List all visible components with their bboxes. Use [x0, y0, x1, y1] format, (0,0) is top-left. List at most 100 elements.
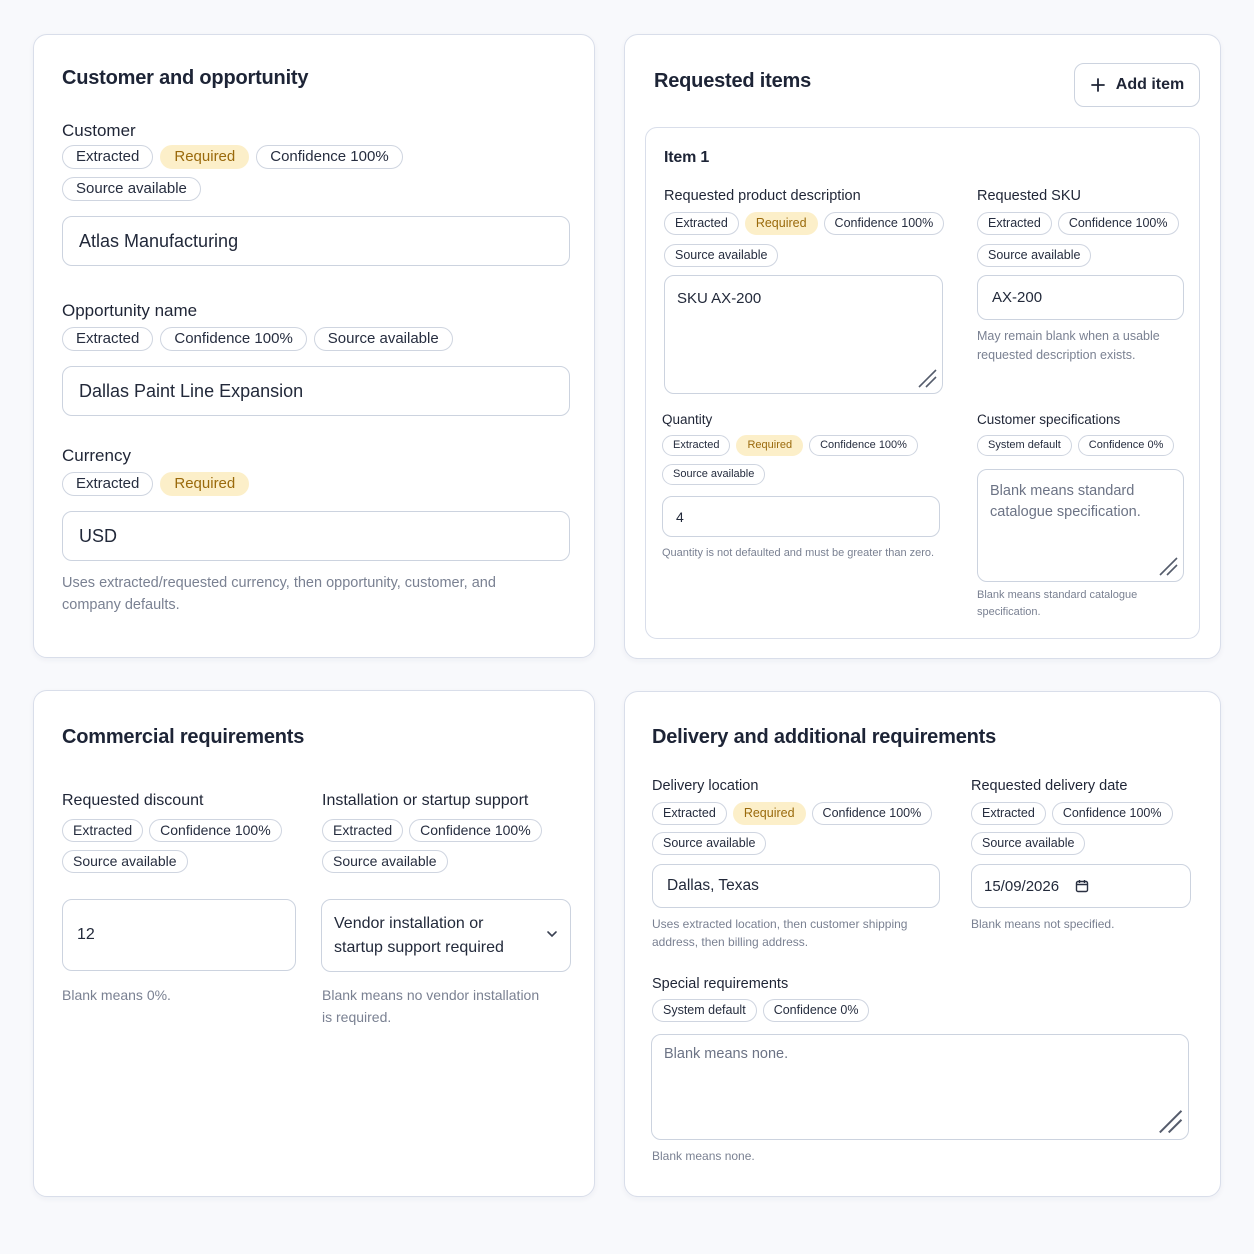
currency-label: Currency [62, 446, 131, 465]
quantity-label: Quantity [662, 412, 713, 427]
badge-required: Required [160, 145, 250, 169]
description-textarea[interactable]: SKU AX-200 [664, 275, 943, 394]
currency-badges: Extracted Required [62, 472, 462, 496]
specs-badges: System default Confidence 0% [977, 435, 1197, 456]
opportunity-label: Opportunity name [62, 301, 198, 320]
resize-handle-icon[interactable] [916, 367, 938, 389]
sku-input[interactable]: AX-200 [977, 275, 1184, 320]
badge-extracted: Extracted [62, 472, 154, 496]
sku-helper: May remain blank when a usable requested… [977, 329, 1160, 362]
requested-items-card: Requested items Add item Item 1 Requeste… [624, 34, 1221, 659]
badge-confidence: Confidence 100% [1051, 802, 1173, 825]
customer-input[interactable]: Atlas Manufacturing [62, 216, 570, 266]
badge-confidence: Confidence 100% [160, 327, 307, 351]
badge-extracted: Extracted [977, 212, 1052, 235]
badge-confidence: Confidence 100% [1057, 212, 1179, 235]
badge-source-available[interactable]: Source available [62, 850, 188, 873]
installation-helper: Blank means no vendor installation is re… [322, 987, 540, 1025]
badge-required: Required [744, 212, 818, 235]
badge-source-available[interactable]: Source available [313, 327, 453, 351]
card-title: Requested items [654, 70, 812, 92]
special-requirements-label: Special requirements [652, 976, 789, 992]
delivery-location-helper: Uses extracted location, then customer s… [652, 917, 908, 949]
card-title: Commercial requirements [62, 726, 305, 748]
badge-required: Required [160, 472, 250, 496]
installation-label: Installation or startup support [322, 792, 529, 809]
badge-extracted: Extracted [62, 819, 144, 842]
badge-confidence: Confidence 100% [811, 802, 933, 825]
badge-source-available[interactable]: Source available [322, 850, 448, 873]
delivery-card: Delivery and additional requirements Del… [624, 691, 1221, 1197]
opportunity-badges: Extracted Confidence 100% Source availab… [62, 327, 582, 351]
badge-required: Required [732, 802, 806, 825]
sku-badges: Extracted Confidence 100% Source availab… [977, 212, 1187, 267]
customer-opportunity-card: Customer and opportunity Customer Extrac… [33, 34, 595, 658]
item-card: Item 1 Requested product description Ext… [645, 127, 1200, 639]
installation-value: Vendor installation or startup support r… [334, 915, 504, 956]
commercial-requirements-card: Commercial requirements Requested discou… [33, 690, 595, 1197]
special-requirements-badges: System default Confidence 0% [652, 999, 952, 1022]
resize-handle-icon[interactable] [1157, 555, 1179, 577]
customer-badges: Extracted Required Confidence 100% Sourc… [62, 145, 462, 201]
delivery-location-badges: Extracted Required Confidence 100% Sourc… [652, 802, 947, 855]
badge-extracted: Extracted [62, 145, 154, 169]
badge-extracted: Extracted [662, 435, 731, 456]
quantity-input[interactable]: 4 [662, 496, 940, 537]
badge-extracted: Extracted [322, 819, 404, 842]
specs-label: Customer specifications [977, 412, 1121, 427]
delivery-date-helper: Blank means not specified. [971, 917, 1115, 931]
specs-textarea[interactable]: Blank means standard catalogue specifica… [977, 469, 1184, 582]
delivery-location-input[interactable]: Dallas, Texas [652, 864, 940, 908]
badge-confidence: Confidence 100% [256, 145, 403, 169]
badge-source-available[interactable]: Source available [652, 832, 767, 855]
card-title: Delivery and additional requirements [652, 726, 997, 748]
delivery-date-value: 15/09/2026 [984, 877, 1060, 895]
description-value: SKU AX-200 [677, 290, 762, 307]
badge-extracted: Extracted [664, 212, 739, 235]
badge-confidence: Confidence 0% [762, 999, 870, 1022]
currency-helper: Uses extracted/requested currency, then … [62, 575, 496, 613]
badge-system-default: System default [977, 435, 1072, 456]
badge-confidence: Confidence 100% [823, 212, 945, 235]
specs-placeholder: Blank means standard catalogue specifica… [990, 483, 1141, 521]
currency-input[interactable]: USD [62, 511, 570, 561]
resize-handle-icon[interactable] [1156, 1107, 1184, 1135]
quantity-helper: Quantity is not defaulted and must be gr… [662, 547, 935, 559]
special-requirements-placeholder: Blank means none. [664, 1046, 789, 1062]
delivery-date-badges: Extracted Confidence 100% Source availab… [971, 802, 1191, 855]
delivery-date-input[interactable]: 15/09/2026 [971, 864, 1191, 908]
badge-source-available[interactable]: Source available [664, 244, 779, 267]
specs-helper: Blank means standard catalogue specifica… [977, 589, 1138, 618]
chevron-down-icon [547, 931, 557, 938]
badge-source-available[interactable]: Source available [662, 464, 766, 485]
badge-source-available[interactable]: Source available [971, 832, 1086, 855]
quantity-badges: Extracted Required Confidence 100% Sourc… [662, 435, 952, 485]
discount-helper: Blank means 0%. [62, 987, 171, 1003]
discount-label: Requested discount [62, 792, 204, 809]
sku-label: Requested SKU [977, 188, 1081, 204]
installation-badges: Extracted Confidence 100% Source availab… [322, 819, 562, 873]
add-item-button[interactable]: Add item [1074, 63, 1200, 107]
calendar-icon[interactable] [1075, 879, 1089, 893]
description-badges: Extracted Required Confidence 100% Sourc… [664, 212, 954, 267]
badge-confidence: Confidence 0% [1077, 435, 1175, 456]
badge-extracted: Extracted [62, 327, 154, 351]
discount-input[interactable]: 12 [62, 899, 296, 971]
plus-icon [1090, 78, 1105, 92]
opportunity-input[interactable]: Dallas Paint Line Expansion [62, 366, 570, 416]
badge-source-available[interactable]: Source available [977, 244, 1092, 267]
add-item-label: Add item [1115, 76, 1185, 93]
badge-extracted: Extracted [652, 802, 727, 825]
badge-required: Required [736, 435, 804, 456]
delivery-location-label: Delivery location [652, 778, 759, 794]
badge-system-default: System default [652, 999, 757, 1022]
item-title: Item 1 [664, 149, 710, 166]
discount-badges: Extracted Confidence 100% Source availab… [62, 819, 302, 873]
badge-extracted: Extracted [971, 802, 1046, 825]
special-requirements-textarea[interactable]: Blank means none. [651, 1034, 1189, 1140]
installation-select[interactable]: Vendor installation or startup support r… [321, 899, 571, 972]
badge-source-available[interactable]: Source available [62, 177, 201, 201]
delivery-date-label: Requested delivery date [971, 778, 1128, 794]
customer-label: Customer [62, 121, 136, 140]
card-title: Customer and opportunity [62, 67, 309, 89]
